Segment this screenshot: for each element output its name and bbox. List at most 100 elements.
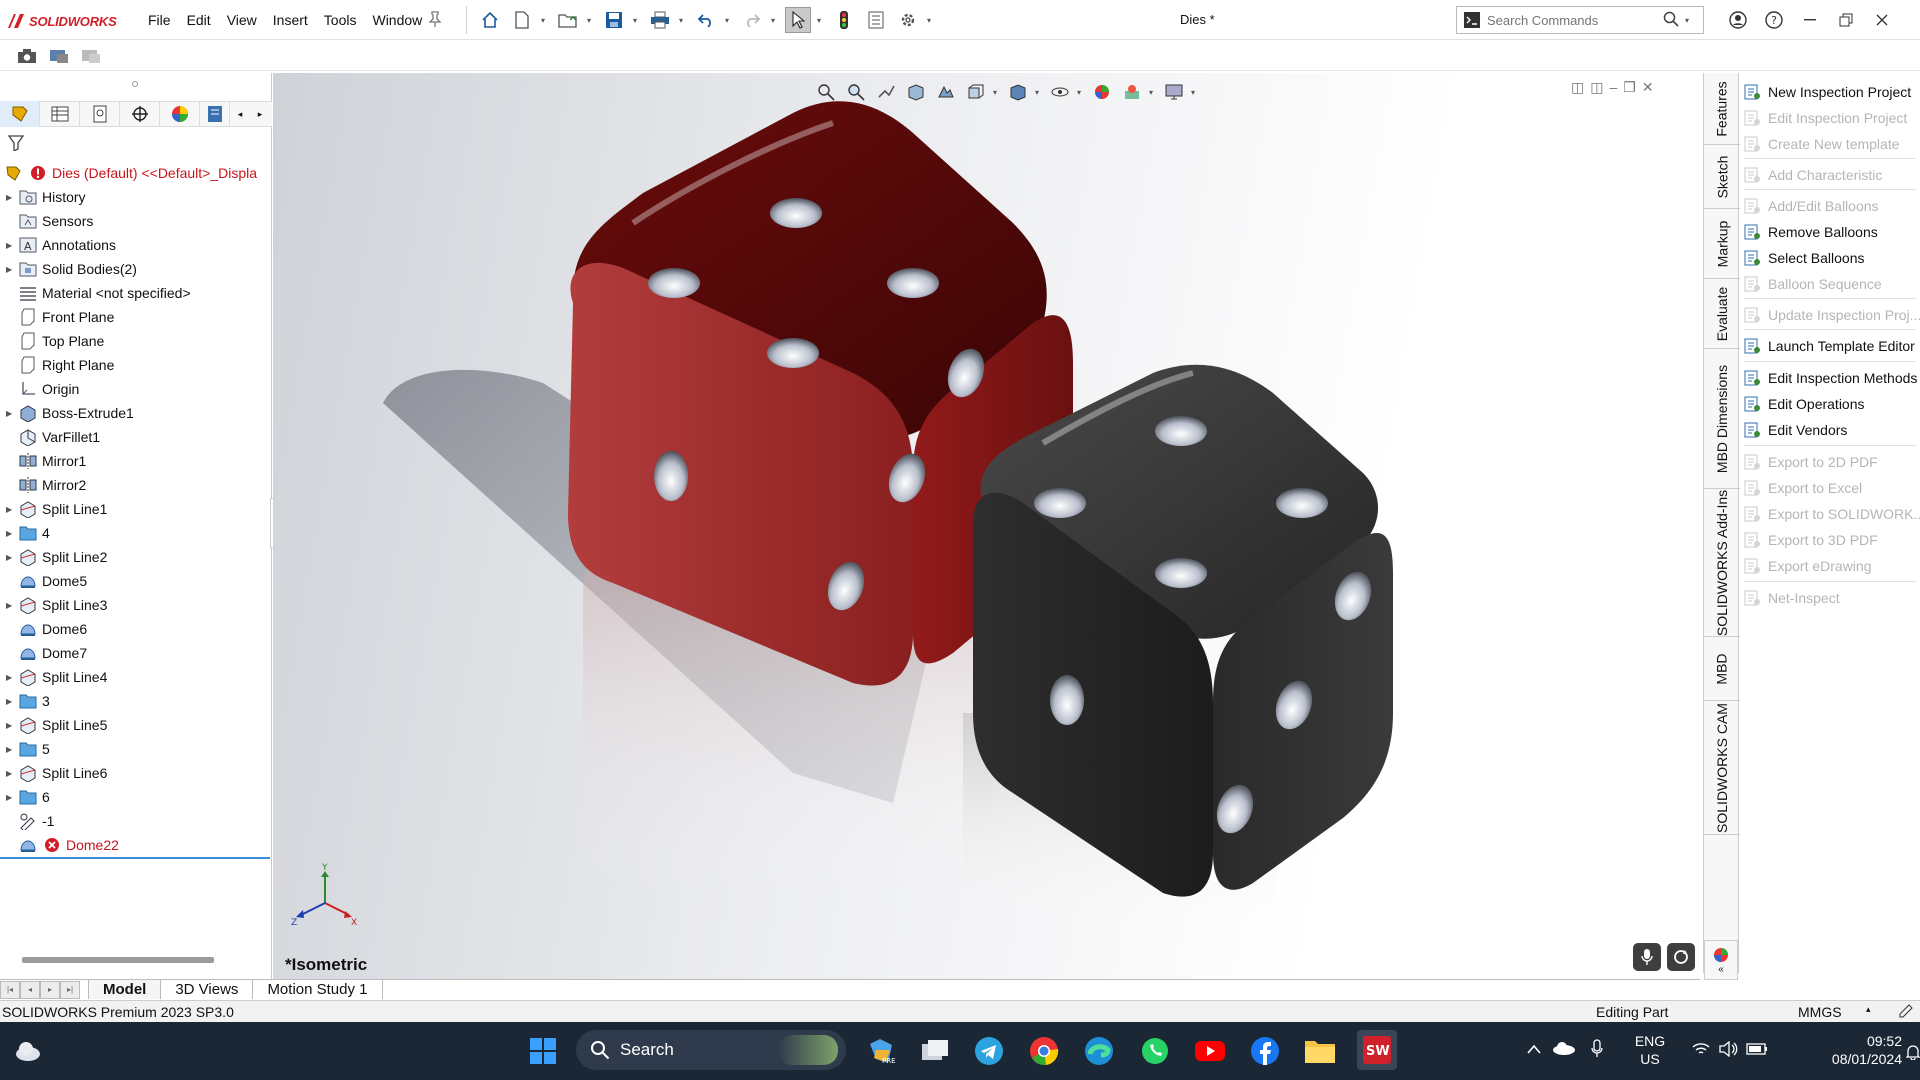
vertical-tab-solidworks-cam[interactable]: SOLIDWORKS CAM bbox=[1704, 701, 1740, 835]
tree-item[interactable]: VarFillet1 bbox=[0, 425, 272, 449]
viewport-close-icon[interactable]: ✕ bbox=[1642, 79, 1654, 96]
taskbar-search-box[interactable]: Search bbox=[576, 1030, 846, 1070]
units-dropdown-icon[interactable]: ▴ bbox=[1866, 1004, 1871, 1015]
tab-prev-icon[interactable]: ◂ bbox=[20, 980, 40, 999]
expand-arrow-icon[interactable]: ▶ bbox=[6, 241, 18, 250]
vertical-tab-evaluate[interactable]: Evaluate bbox=[1704, 279, 1740, 349]
tree-item[interactable]: ▶ 3 bbox=[0, 689, 272, 713]
print-icon[interactable] bbox=[647, 7, 673, 33]
solidworks-logo[interactable]: SOLIDWORKS bbox=[6, 10, 117, 32]
viewport-tile-right-icon[interactable]: ◫ bbox=[1590, 79, 1603, 96]
tree-item[interactable]: Mirror2 bbox=[0, 473, 272, 497]
vertical-tab-features[interactable]: Features bbox=[1704, 73, 1740, 145]
tree-item[interactable]: -1 bbox=[0, 809, 272, 833]
user-account-icon[interactable] bbox=[1720, 7, 1756, 33]
expand-arrow-icon[interactable]: ▶ bbox=[6, 193, 18, 202]
onedrive-icon[interactable] bbox=[1552, 1040, 1576, 1059]
rotate-view-icon[interactable] bbox=[1667, 943, 1695, 971]
task-view-icon[interactable] bbox=[918, 1034, 952, 1068]
tabs-scroll-left-icon[interactable]: ◂ bbox=[230, 109, 250, 120]
filter-icon[interactable] bbox=[7, 135, 25, 154]
tree-item[interactable]: Top Plane bbox=[0, 329, 272, 353]
expand-arrow-icon[interactable]: ▶ bbox=[6, 745, 18, 754]
save-icon[interactable] bbox=[601, 7, 627, 33]
open-dropdown-icon[interactable]: ▾ bbox=[587, 16, 595, 25]
edge-app-icon[interactable] bbox=[1082, 1034, 1116, 1068]
tree-item[interactable]: ▶ Boss-Extrude1 bbox=[0, 401, 272, 425]
undo-icon[interactable] bbox=[693, 7, 719, 33]
volume-icon[interactable] bbox=[1719, 1040, 1739, 1060]
tree-item[interactable]: Material <not specified> bbox=[0, 281, 272, 305]
view-orientation-dropdown-icon[interactable]: ▾ bbox=[993, 88, 1001, 97]
view-orientation-icon[interactable] bbox=[963, 79, 989, 105]
tree-item[interactable]: Dome22 bbox=[0, 833, 272, 857]
menu-file[interactable]: File bbox=[140, 12, 179, 28]
zoom-to-fit-icon[interactable] bbox=[813, 79, 839, 105]
expand-arrow-icon[interactable]: ▶ bbox=[6, 769, 18, 778]
display-style-dropdown-icon[interactable]: ▾ bbox=[1035, 88, 1043, 97]
facebook-app-icon[interactable] bbox=[1248, 1034, 1282, 1068]
task-pane-item[interactable]: Launch Template Editor bbox=[1740, 333, 1915, 359]
search-dropdown-icon[interactable]: ▾ bbox=[1685, 16, 1689, 25]
file-explorer-app-icon[interactable] bbox=[1303, 1034, 1337, 1068]
view-settings-dropdown-icon[interactable]: ▾ bbox=[1191, 88, 1199, 97]
tree-item[interactable]: ▶ Split Line5 bbox=[0, 713, 272, 737]
whatsapp-app-icon[interactable] bbox=[1138, 1034, 1172, 1068]
tree-item[interactable]: Front Plane bbox=[0, 305, 272, 329]
help-icon[interactable]: ? bbox=[1756, 7, 1792, 33]
property-manager-tab-icon[interactable] bbox=[40, 101, 80, 127]
tree-item[interactable]: ▶ A Annotations bbox=[0, 233, 272, 257]
hide-show-dropdown-icon[interactable]: ▾ bbox=[1077, 88, 1085, 97]
tree-item[interactable]: Mirror1 bbox=[0, 449, 272, 473]
tab-motion-study[interactable]: Motion Study 1 bbox=[253, 980, 383, 999]
menu-edit[interactable]: Edit bbox=[179, 12, 219, 28]
language-indicator[interactable]: ENG US bbox=[1630, 1032, 1670, 1068]
new-document-icon[interactable] bbox=[509, 7, 535, 33]
restore-icon[interactable] bbox=[1828, 7, 1864, 33]
section-view-icon[interactable] bbox=[903, 79, 929, 105]
open-folder-icon[interactable] bbox=[555, 7, 581, 33]
hide-show-items-icon[interactable] bbox=[1047, 79, 1073, 105]
tree-item[interactable]: ▶ Split Line6 bbox=[0, 761, 272, 785]
tab-3d-views[interactable]: 3D Views bbox=[161, 980, 254, 999]
menu-view[interactable]: View bbox=[219, 12, 265, 28]
vertical-tab-mbd[interactable]: MBD bbox=[1704, 637, 1740, 701]
notification-bell-icon[interactable] bbox=[1905, 1044, 1920, 1063]
tree-root[interactable]: Dies (Default) <<Default>_Displa bbox=[0, 161, 272, 185]
expand-arrow-icon[interactable]: ▶ bbox=[6, 553, 18, 562]
cam-tab-icon[interactable] bbox=[200, 101, 230, 127]
tree-item[interactable]: ▶ History bbox=[0, 185, 272, 209]
search-commands-box[interactable]: ▾ bbox=[1456, 6, 1704, 34]
options-dropdown-icon[interactable]: ▾ bbox=[927, 16, 935, 25]
rebuild-traffic-light-icon[interactable] bbox=[831, 7, 857, 33]
vertical-tab-markup[interactable]: Markup bbox=[1704, 209, 1740, 279]
expand-arrow-icon[interactable]: ▶ bbox=[6, 409, 18, 418]
task-pane-item[interactable]: Edit Inspection Methods bbox=[1740, 365, 1917, 391]
tray-overflow-chevron-icon[interactable] bbox=[1527, 1042, 1541, 1057]
expand-arrow-icon[interactable]: ▶ bbox=[6, 697, 18, 706]
status-customize-icon[interactable] bbox=[1898, 1004, 1914, 1021]
expand-arrow-icon[interactable]: ▶ bbox=[6, 505, 18, 514]
apply-scene-icon[interactable] bbox=[1119, 79, 1145, 105]
expand-arrow-icon[interactable]: ▶ bbox=[6, 793, 18, 802]
redo-dropdown-icon[interactable]: ▾ bbox=[771, 16, 779, 25]
units-selector[interactable]: MMGS bbox=[1798, 1004, 1842, 1020]
tree-item[interactable]: ▶ Split Line3 bbox=[0, 593, 272, 617]
expand-arrow-icon[interactable]: ▶ bbox=[6, 673, 18, 682]
tabs-scroll-right-icon[interactable]: ▸ bbox=[250, 109, 270, 120]
display-manager-tab-icon[interactable] bbox=[160, 101, 200, 127]
tab-last-icon[interactable]: ▸| bbox=[60, 980, 80, 999]
chrome-app-icon[interactable] bbox=[1027, 1034, 1061, 1068]
clock[interactable]: 09:52 08/01/2024 bbox=[1812, 1032, 1902, 1068]
tree-item[interactable]: ▶ Solid Bodies(2) bbox=[0, 257, 272, 281]
tree-item[interactable]: ▶ 5 bbox=[0, 737, 272, 761]
task-pane-item[interactable]: Edit Vendors bbox=[1740, 417, 1847, 443]
minimize-icon[interactable] bbox=[1792, 7, 1828, 33]
new-dropdown-icon[interactable]: ▾ bbox=[541, 16, 549, 25]
expand-arrow-icon[interactable]: ▶ bbox=[6, 265, 18, 274]
expand-arrow-icon[interactable]: ▶ bbox=[6, 601, 18, 610]
options-gear-icon[interactable] bbox=[895, 7, 921, 33]
tree-item[interactable]: ▶ Split Line4 bbox=[0, 665, 272, 689]
tree-item[interactable]: ▶ 4 bbox=[0, 521, 272, 545]
graphics-area[interactable]: ▾ ▾ ▾ ▾ ▾ ◫ ◫ – ❐ ✕ Y X Z *Isometric bbox=[273, 73, 1703, 979]
